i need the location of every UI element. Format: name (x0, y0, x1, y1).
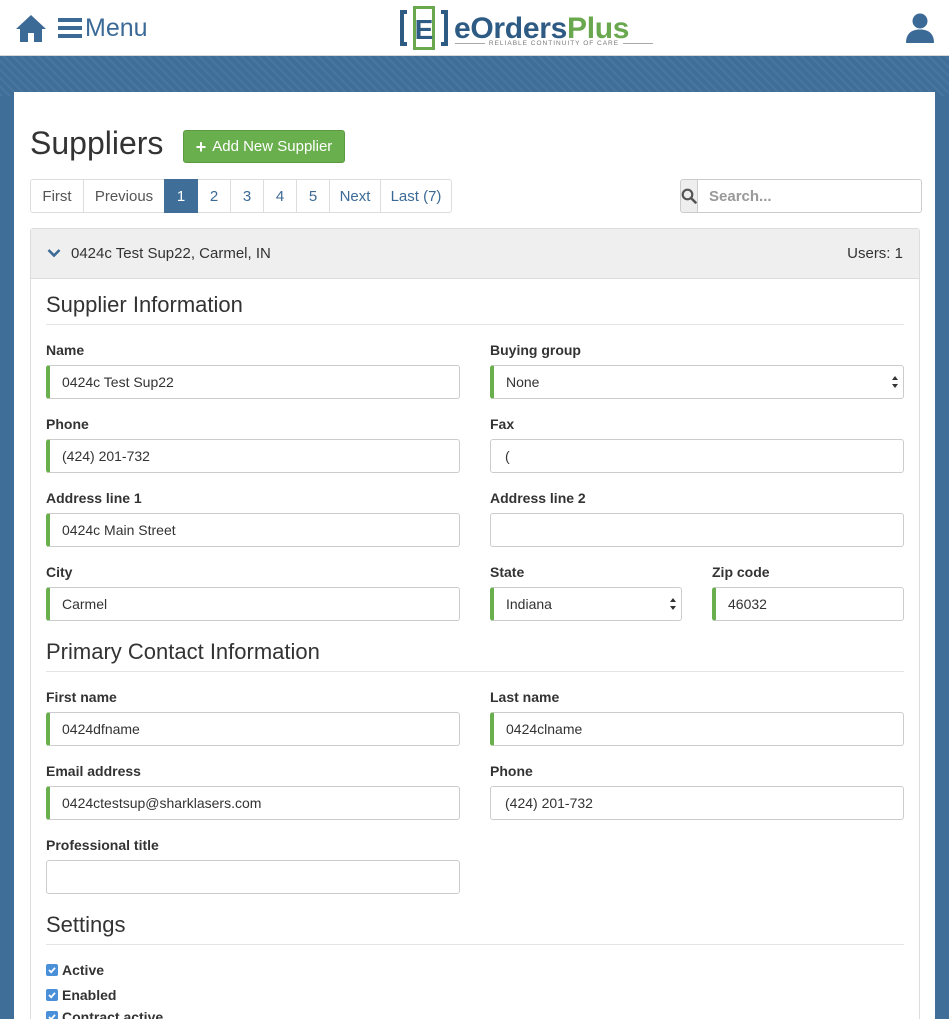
buying-group-select[interactable]: None (490, 365, 904, 399)
page-5[interactable]: 5 (296, 179, 330, 213)
user-icon[interactable] (904, 12, 936, 44)
select-arrows-icon (670, 598, 676, 610)
hamburger-icon (58, 18, 82, 38)
page-title: Suppliers (30, 125, 164, 161)
search-input[interactable] (698, 179, 922, 213)
supplier-panel-header[interactable]: 0424c Test Sup22, Carmel, IN Users: 1 (31, 229, 919, 279)
professional-title-label: Professional title (46, 837, 159, 853)
last-name-field[interactable]: 0424clname (490, 712, 904, 746)
top-navbar: Menu E eOrdersPlus RELIABLE CONTINUITY O… (0, 0, 949, 56)
setting-label: Active (62, 962, 105, 978)
logo-letter: E (415, 14, 434, 45)
setting-contract-active[interactable]: Contract active (46, 1009, 163, 1019)
setting-label: Enabled (62, 987, 117, 1003)
menu-label: Menu (85, 13, 148, 42)
pagination: First Previous 1 2 3 4 5 Next Last (7) (30, 179, 452, 213)
state-value: Indiana (506, 596, 552, 612)
address-line-1-field[interactable]: 0424c Main Street (46, 513, 460, 547)
page-last[interactable]: Last (7) (380, 179, 452, 213)
address-line-2-label: Address line 2 (490, 490, 586, 506)
buying-group-label: Buying group (490, 342, 581, 358)
header-band (0, 56, 949, 96)
contact-phone-field[interactable]: (424) 201-732 (490, 786, 904, 820)
city-label: City (46, 564, 73, 580)
plus-icon: + (195, 136, 207, 157)
logo-mark-icon: E (400, 6, 448, 50)
first-name-field[interactable]: 0424dfname (46, 712, 460, 746)
contact-phone-label: Phone (490, 763, 533, 779)
logo-tagline: RELIABLE CONTINUITY OF CARE (455, 40, 653, 47)
checkbox-checked-icon[interactable] (46, 989, 58, 1001)
state-label: State (490, 564, 525, 580)
page-4[interactable]: 4 (263, 179, 297, 213)
setting-active[interactable]: Active (46, 962, 104, 978)
name-label: Name (46, 342, 85, 358)
page-next[interactable]: Next (329, 179, 381, 213)
name-field[interactable]: 0424c Test Sup22 (46, 365, 460, 399)
page-2[interactable]: 2 (197, 179, 231, 213)
section-primary-contact-information: Primary Contact Information (46, 639, 904, 672)
fax-field[interactable]: ( (490, 439, 904, 473)
first-name-label: First name (46, 689, 117, 705)
search-icon (681, 188, 697, 204)
address-line-1-label: Address line 1 (46, 490, 142, 506)
buying-group-value: None (506, 374, 540, 390)
add-new-supplier-label: Add New Supplier (212, 138, 333, 155)
professional-title-field[interactable] (46, 860, 460, 894)
checkbox-checked-icon[interactable] (46, 964, 58, 976)
page-first[interactable]: First (30, 179, 84, 213)
menu-button[interactable]: Menu (58, 12, 148, 44)
users-count: Users: 1 (847, 245, 903, 262)
eordersplus-logo[interactable]: E eOrdersPlus RELIABLE CONTINUITY OF CAR… (399, 4, 655, 54)
fax-label: Fax (490, 416, 515, 432)
select-arrows-icon (892, 376, 898, 388)
section-supplier-information: Supplier Information (46, 292, 904, 325)
state-select[interactable]: Indiana (490, 587, 682, 621)
add-new-supplier-button[interactable]: + Add New Supplier (183, 130, 345, 163)
zip-code-label: Zip code (712, 564, 770, 580)
phone-label: Phone (46, 416, 89, 432)
supplier-panel-title: 0424c Test Sup22, Carmel, IN (71, 245, 271, 262)
checkbox-checked-icon[interactable] (46, 1011, 58, 1019)
setting-label: Contract active (62, 1009, 164, 1019)
city-field[interactable]: Carmel (46, 587, 460, 621)
last-name-label: Last name (490, 689, 560, 705)
phone-field[interactable]: (424) 201-732 (46, 439, 460, 473)
search-box (680, 179, 922, 213)
section-settings: Settings (46, 912, 904, 945)
chevron-down-icon (47, 249, 61, 258)
supplier-panel: 0424c Test Sup22, Carmel, IN Users: 1 (30, 228, 920, 1019)
home-icon[interactable] (15, 12, 47, 44)
address-line-2-field[interactable] (490, 513, 904, 547)
page-1[interactable]: 1 (164, 179, 198, 213)
setting-enabled[interactable]: Enabled (46, 987, 116, 1003)
page-previous[interactable]: Previous (83, 179, 165, 213)
page-3[interactable]: 3 (230, 179, 264, 213)
search-button[interactable] (680, 179, 698, 213)
email-field[interactable]: 0424ctestsup@sharklasers.com (46, 786, 460, 820)
email-label: Email address (46, 763, 141, 779)
zip-code-field[interactable]: 46032 (712, 587, 904, 621)
